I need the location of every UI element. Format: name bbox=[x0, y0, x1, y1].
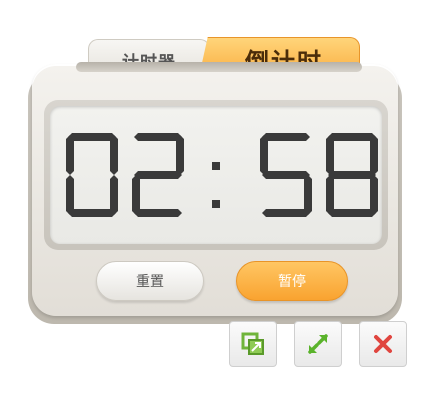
reset-button[interactable]: 重置 bbox=[96, 261, 204, 301]
pause-button-label: 暂停 bbox=[278, 274, 306, 290]
pause-button[interactable]: 暂停 bbox=[236, 261, 348, 301]
expand-button[interactable] bbox=[294, 321, 342, 367]
reset-button-label: 重置 bbox=[136, 274, 164, 290]
lcd-digit-1 bbox=[132, 133, 184, 217]
clock-top-bar bbox=[76, 62, 362, 72]
lcd-colon bbox=[212, 162, 220, 208]
expand-icon bbox=[308, 334, 328, 354]
close-icon bbox=[374, 335, 392, 353]
lcd-digit-0 bbox=[66, 133, 118, 217]
countdown-widget: 计时器 倒计时 重置 暂停 bbox=[0, 0, 430, 398]
lcd-digits bbox=[66, 133, 378, 217]
close-button[interactable] bbox=[359, 321, 407, 367]
restore-window-button[interactable] bbox=[229, 321, 277, 367]
lcd-digit-2 bbox=[260, 133, 312, 217]
time-display bbox=[50, 106, 382, 244]
restore-icon bbox=[241, 332, 264, 355]
lcd-digit-3 bbox=[326, 133, 378, 217]
